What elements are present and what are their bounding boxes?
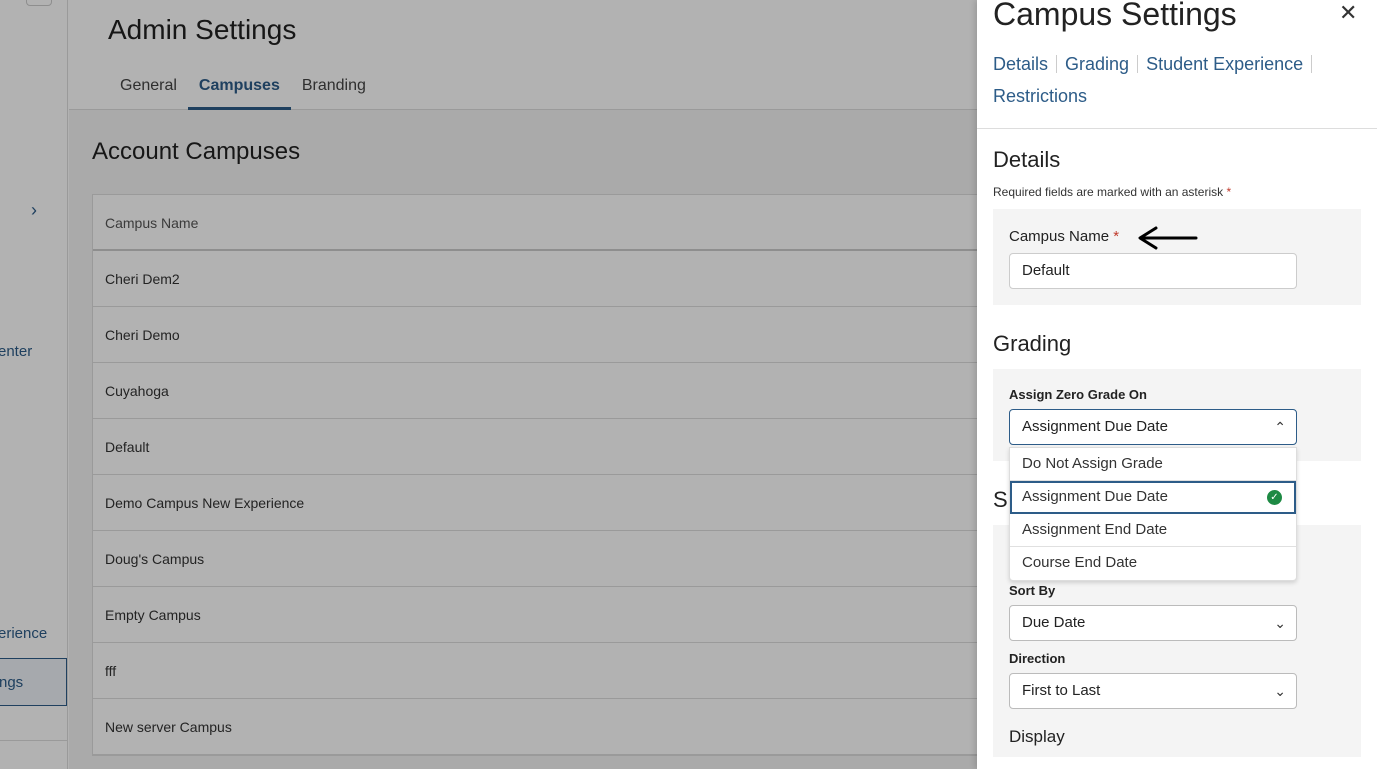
option-label: Assignment Due Date xyxy=(1022,488,1168,505)
option-course-end-date[interactable]: Course End Date xyxy=(1010,547,1296,580)
assign-zero-select[interactable]: Assignment Due Date ⌃ xyxy=(1009,409,1297,445)
option-assignment-due-date[interactable]: Assignment Due Date ✓ xyxy=(1010,481,1296,514)
panel-divider xyxy=(977,128,1377,129)
arrow-left-annotation xyxy=(1138,226,1198,250)
campus-settings-panel: Campus Settings ✕ Details Grading Student … xyxy=(977,0,1377,769)
panel-section-nav: Details Grading Student Experience Restric… xyxy=(993,48,1353,112)
sort-by-label: Sort By xyxy=(1009,583,1056,598)
direction-value: First to Last xyxy=(1022,682,1101,699)
assign-zero-dropdown: Do Not Assign Grade Assignment Due Date … xyxy=(1009,447,1297,581)
nav-link-restrictions[interactable]: Restrictions xyxy=(993,86,1087,106)
sort-by-value: Due Date xyxy=(1022,614,1086,631)
nav-separator xyxy=(1056,55,1058,73)
option-do-not-assign[interactable]: Do Not Assign Grade xyxy=(1010,448,1296,481)
campus-name-label-text: Campus Name xyxy=(1009,228,1110,245)
display-label: Display xyxy=(1009,727,1065,746)
chevron-down-icon: ⌄ xyxy=(1274,615,1286,631)
required-note: Required fields are marked with an aster… xyxy=(993,185,1231,199)
nav-link-grading[interactable]: Grading xyxy=(1065,54,1129,74)
panel-title: Campus Settings xyxy=(993,0,1237,32)
check-circle-icon: ✓ xyxy=(1267,490,1282,505)
assign-zero-value: Assignment Due Date xyxy=(1022,418,1168,435)
nav-separator xyxy=(1311,55,1313,73)
nav-link-details[interactable]: Details xyxy=(993,54,1048,74)
nav-link-student-experience[interactable]: Student Experience xyxy=(1146,54,1303,74)
details-card: Campus Name * Default xyxy=(993,209,1361,305)
required-asterisk: * xyxy=(1226,185,1232,199)
required-note-text: Required fields are marked with an aster… xyxy=(993,185,1224,199)
student-experience-heading-partial: S xyxy=(993,487,1008,512)
chevron-up-icon: ⌃ xyxy=(1274,419,1286,435)
close-icon[interactable]: ✕ xyxy=(1339,0,1357,26)
sort-by-select[interactable]: Due Date ⌄ xyxy=(1009,605,1297,641)
direction-select[interactable]: First to Last ⌄ xyxy=(1009,673,1297,709)
chevron-down-icon: ⌄ xyxy=(1274,683,1286,699)
nav-separator xyxy=(1137,55,1139,73)
campus-name-label: Campus Name * xyxy=(1009,228,1119,245)
campus-name-input[interactable]: Default xyxy=(1009,253,1297,289)
modal-backdrop[interactable] xyxy=(0,0,977,769)
details-heading: Details xyxy=(993,147,1061,172)
assign-zero-label: Assign Zero Grade On xyxy=(1009,387,1147,402)
grading-heading: Grading xyxy=(993,331,1072,356)
option-assignment-end-date[interactable]: Assignment End Date xyxy=(1010,514,1296,547)
direction-label: Direction xyxy=(1009,651,1066,666)
required-asterisk: * xyxy=(1113,228,1120,245)
